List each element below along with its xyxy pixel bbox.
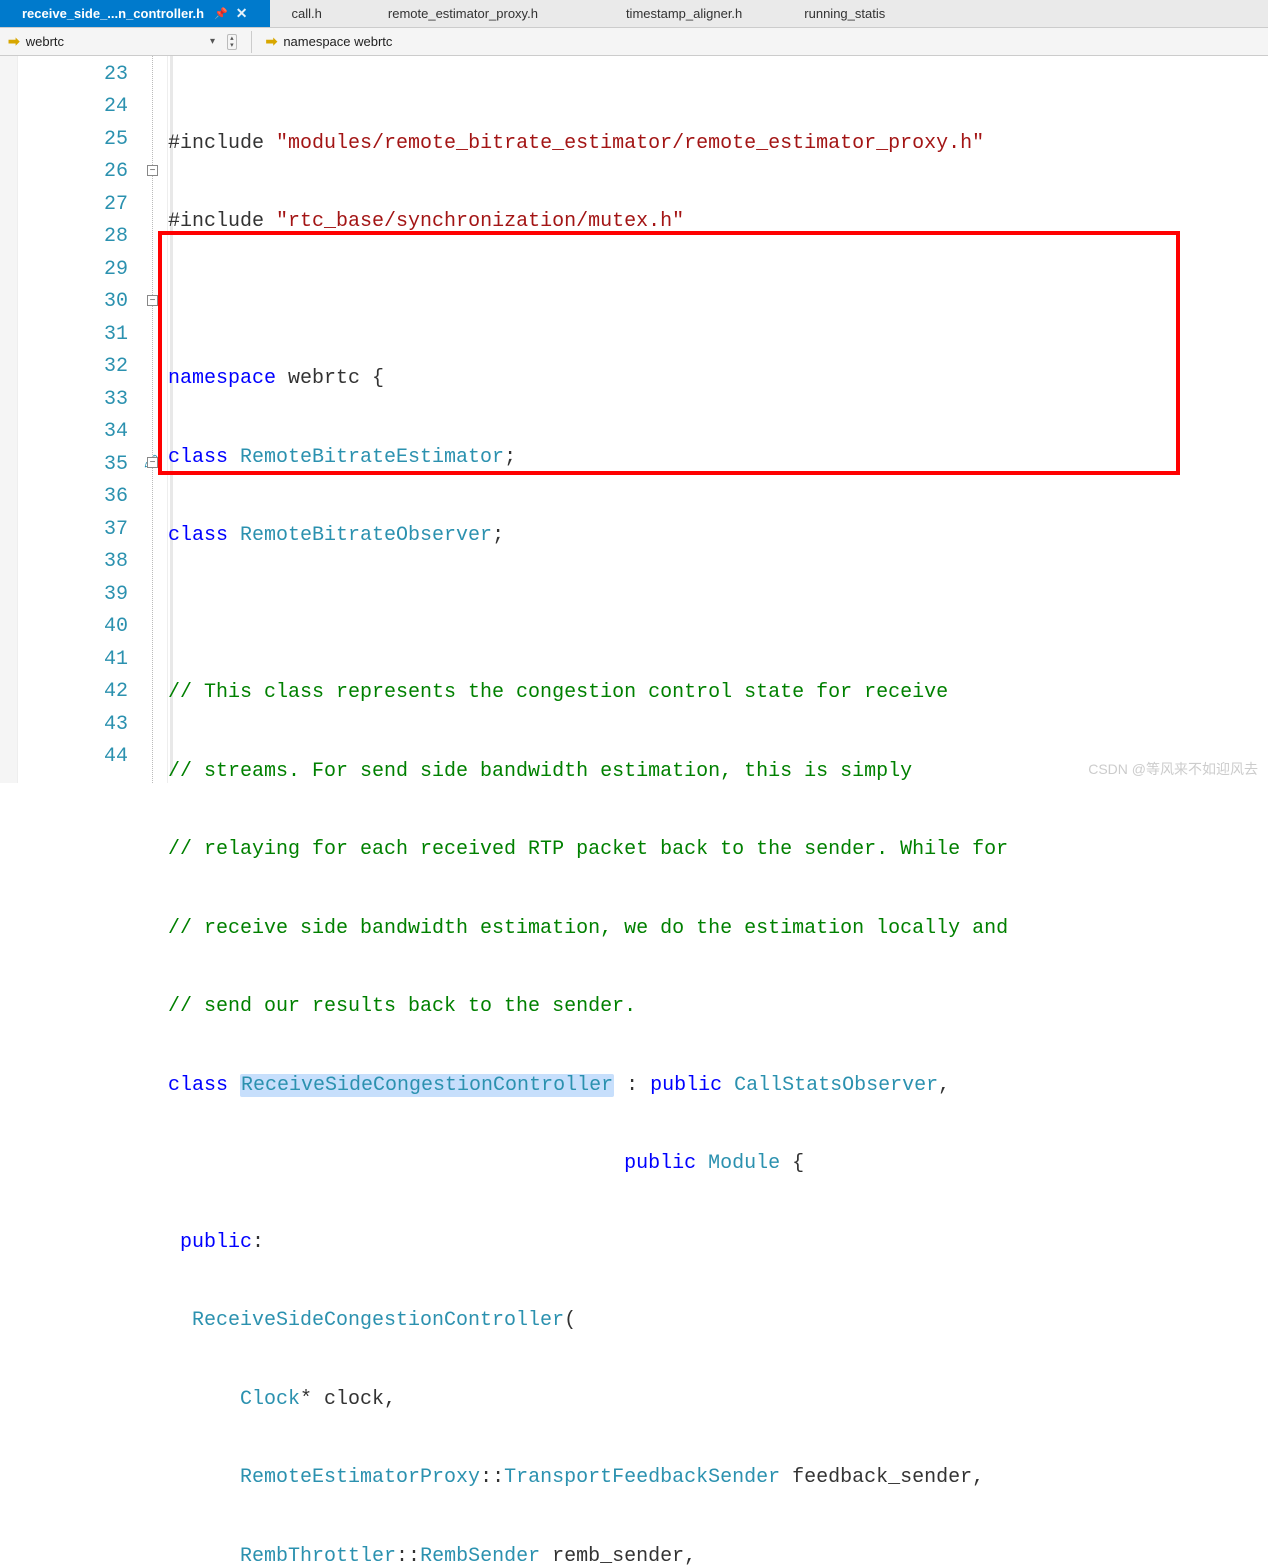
code-line: #include "modules/remote_bitrate_estimat… xyxy=(168,127,1268,160)
fold-column: − − − xyxy=(138,56,168,783)
code-line: class ReceiveSideCongestionController : … xyxy=(168,1069,1268,1102)
tab-label: receive_side_...n_controller.h xyxy=(22,6,204,21)
scope-selector-2[interactable]: ➡ namespace webrtc xyxy=(266,33,393,50)
arrow-icon: ➡ xyxy=(8,33,20,50)
close-icon[interactable]: ✕ xyxy=(236,5,248,22)
code-line: class RemoteBitrateObserver; xyxy=(168,520,1268,553)
line-number: 43 xyxy=(18,708,138,741)
watermark: CSDN @等风来不如迎风去 xyxy=(1088,759,1258,779)
line-number: 36 xyxy=(18,481,138,514)
line-number: 34 xyxy=(18,416,138,449)
code-line: public: xyxy=(168,1226,1268,1259)
code-line xyxy=(168,284,1268,317)
tab-label: running_statis xyxy=(804,6,885,21)
tab-remote-estimator[interactable]: remote_estimator_proxy.h xyxy=(344,0,582,27)
code-line: // relaying for each received RTP packet… xyxy=(168,834,1268,867)
line-number: 31 xyxy=(18,318,138,351)
scope-text: namespace webrtc xyxy=(283,34,392,49)
line-number: 30 xyxy=(18,286,138,319)
arrow-icon: ➡ xyxy=(266,33,278,50)
code-line xyxy=(168,598,1268,631)
line-number: 35🖉 xyxy=(18,448,138,481)
tab-bar: receive_side_...n_controller.h 📌 ✕ call.… xyxy=(0,0,1268,28)
line-number: 37 xyxy=(18,513,138,546)
tab-label: call.h xyxy=(292,6,322,21)
code-editor[interactable]: 23 24 25 26 27 28 29 30 31 32 33 34 35🖉 … xyxy=(0,56,1268,783)
tab-label: remote_estimator_proxy.h xyxy=(388,6,538,21)
line-number: 24 xyxy=(18,91,138,124)
line-number: 26 xyxy=(18,156,138,189)
code-line: namespace webrtc { xyxy=(168,363,1268,396)
line-number: 42 xyxy=(18,676,138,709)
navigation-bar: ➡ webrtc ▾ ▴▾ ➡ namespace webrtc xyxy=(0,28,1268,56)
code-line: class RemoteBitrateEstimator; xyxy=(168,441,1268,474)
highlight-box xyxy=(158,231,1180,475)
code-line: RembThrottler::RembSender remb_sender, xyxy=(168,1540,1268,1566)
line-number: 41 xyxy=(18,643,138,676)
stepper[interactable]: ▴▾ xyxy=(227,34,237,50)
tab-label: timestamp_aligner.h xyxy=(626,6,742,21)
tab-timestamp-aligner[interactable]: timestamp_aligner.h xyxy=(582,0,786,27)
code-line: ReceiveSideCongestionController( xyxy=(168,1305,1268,1338)
line-number: 39 xyxy=(18,578,138,611)
line-number: 38 xyxy=(18,546,138,579)
line-number: 32 xyxy=(18,351,138,384)
fold-toggle[interactable]: − xyxy=(147,457,158,468)
pin-icon[interactable]: 📌 xyxy=(214,7,228,20)
line-number: 27 xyxy=(18,188,138,221)
scope-selector-1[interactable]: ➡ webrtc ▾ ▴▾ xyxy=(8,33,237,50)
line-number: 28 xyxy=(18,221,138,254)
code-line: // receive side bandwidth estimation, we… xyxy=(168,912,1268,945)
line-number: 23 xyxy=(18,58,138,91)
fold-toggle[interactable]: − xyxy=(147,295,158,306)
code-line: #include "rtc_base/synchronization/mutex… xyxy=(168,206,1268,239)
marker-column xyxy=(0,56,18,783)
line-number: 40 xyxy=(18,611,138,644)
tab-running-statis[interactable]: running_statis xyxy=(786,0,903,27)
code-line: Clock* clock, xyxy=(168,1383,1268,1416)
chevron-down-icon[interactable]: ▾ xyxy=(210,36,215,47)
code-line: // send our results back to the sender. xyxy=(168,991,1268,1024)
fold-toggle[interactable]: − xyxy=(147,165,158,176)
code-line: public Module { xyxy=(168,1148,1268,1181)
tab-active[interactable]: receive_side_...n_controller.h 📌 ✕ xyxy=(0,0,270,27)
scope-text: webrtc xyxy=(26,34,64,49)
line-number-gutter: 23 24 25 26 27 28 29 30 31 32 33 34 35🖉 … xyxy=(18,56,138,783)
code-area[interactable]: #include "modules/remote_bitrate_estimat… xyxy=(168,56,1268,783)
code-line: RemoteEstimatorProxy::TransportFeedbackS… xyxy=(168,1462,1268,1495)
line-number: 33 xyxy=(18,383,138,416)
line-number: 25 xyxy=(18,123,138,156)
code-line: // This class represents the congestion … xyxy=(168,677,1268,710)
selected-symbol: ReceiveSideCongestionController xyxy=(240,1074,614,1097)
line-number: 44 xyxy=(18,741,138,774)
separator xyxy=(251,31,252,53)
tab-call[interactable]: call.h xyxy=(270,0,344,27)
line-number: 29 xyxy=(18,253,138,286)
